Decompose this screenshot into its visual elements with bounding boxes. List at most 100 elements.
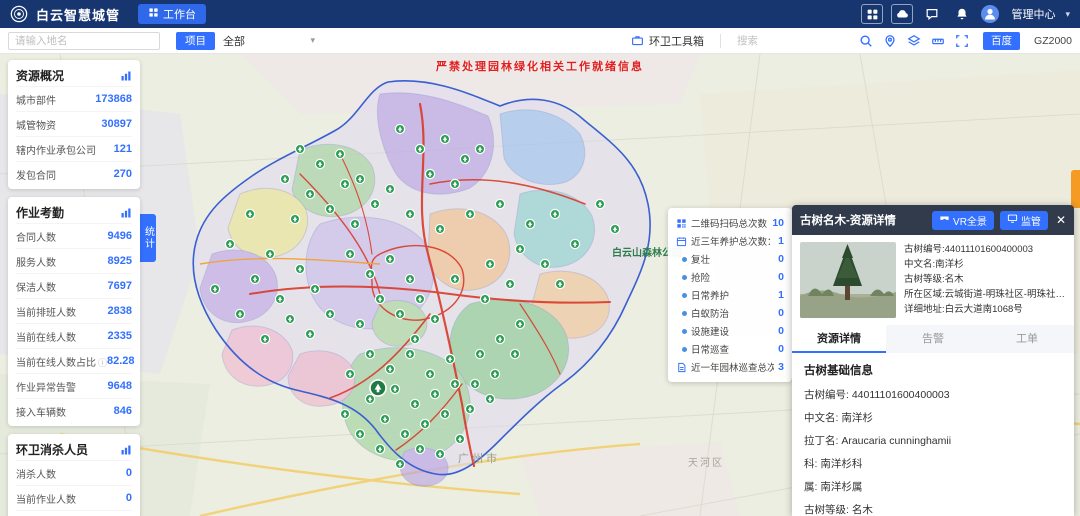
stat-value[interactable]: 9496 (108, 230, 132, 242)
stats-value[interactable]: 10 (772, 217, 784, 229)
tree-marker[interactable] (485, 259, 494, 268)
tree-marker[interactable] (235, 309, 244, 318)
tree-marker[interactable] (420, 419, 429, 428)
tree-marker[interactable] (355, 429, 364, 438)
tree-marker[interactable] (375, 444, 384, 453)
tree-marker[interactable] (555, 279, 564, 288)
search-icon[interactable] (859, 34, 873, 48)
tree-marker[interactable] (280, 174, 289, 183)
tree-marker[interactable] (365, 394, 374, 403)
tree-marker[interactable] (365, 269, 374, 278)
apps-icon[interactable] (861, 4, 883, 24)
fullscreen-icon[interactable] (955, 34, 969, 48)
layers-icon[interactable] (907, 34, 921, 48)
project-select[interactable]: 全部 ▾ (223, 32, 315, 50)
stat-value[interactable]: 8925 (108, 255, 132, 267)
tree-marker[interactable] (290, 214, 299, 223)
supervise-button[interactable]: 监管 (1000, 211, 1048, 230)
tree-marker[interactable] (550, 209, 559, 218)
tree-marker[interactable] (385, 364, 394, 373)
user-avatar[interactable] (981, 5, 999, 23)
tree-marker[interactable] (405, 209, 414, 218)
tree-marker[interactable] (425, 369, 434, 378)
keyword-search-input[interactable] (737, 35, 847, 47)
stat-value[interactable]: 7697 (108, 280, 132, 292)
tree-marker[interactable] (210, 284, 219, 293)
basemap-button[interactable]: 百度 (983, 32, 1020, 50)
tree-marker[interactable] (435, 224, 444, 233)
cloud-icon[interactable] (891, 4, 913, 24)
info-icon[interactable]: ⓘ (98, 358, 107, 368)
tree-marker[interactable] (515, 319, 524, 328)
tree-marker[interactable] (430, 389, 439, 398)
stats-value[interactable]: 0 (778, 253, 784, 265)
tree-marker[interactable] (595, 199, 604, 208)
tree-marker[interactable] (415, 144, 424, 153)
tree-marker[interactable] (425, 169, 434, 178)
tree-marker[interactable] (225, 239, 234, 248)
statistics-side-tab[interactable]: 统计 (140, 214, 156, 262)
measure-icon[interactable] (931, 34, 945, 48)
tree-marker[interactable] (455, 434, 464, 443)
tree-marker[interactable] (395, 309, 404, 318)
tree-marker[interactable] (275, 294, 284, 303)
tree-marker[interactable] (400, 429, 409, 438)
tree-marker[interactable] (460, 154, 469, 163)
tree-marker[interactable] (345, 249, 354, 258)
tree-marker[interactable] (265, 249, 274, 258)
tree-marker[interactable] (310, 284, 319, 293)
tree-marker[interactable] (495, 334, 504, 343)
stats-value[interactable]: 0 (778, 343, 784, 355)
tree-marker[interactable] (315, 159, 324, 168)
stats-value[interactable]: 0 (778, 307, 784, 319)
tree-marker[interactable] (380, 414, 389, 423)
stat-value[interactable]: 2838 (108, 305, 132, 317)
tree-marker[interactable] (340, 409, 349, 418)
tree-marker[interactable] (410, 334, 419, 343)
stat-value[interactable]: 0 (126, 467, 132, 479)
tree-marker[interactable] (485, 394, 494, 403)
tree-marker[interactable] (490, 369, 499, 378)
vr-panorama-button[interactable]: VR全景 (932, 211, 994, 230)
tree-marker[interactable] (475, 349, 484, 358)
tree-marker[interactable] (355, 174, 364, 183)
tree-marker[interactable] (415, 444, 424, 453)
tree-marker[interactable] (465, 209, 474, 218)
tree-marker[interactable] (305, 329, 314, 338)
tree-marker[interactable] (375, 294, 384, 303)
tree-marker[interactable] (465, 404, 474, 413)
bell-icon[interactable] (951, 4, 973, 24)
detail-tab-工单[interactable]: 工单 (980, 325, 1074, 353)
tree-marker[interactable] (365, 349, 374, 358)
tree-marker[interactable] (435, 449, 444, 458)
tree-marker[interactable] (285, 314, 294, 323)
pin-icon[interactable] (883, 34, 897, 48)
tree-marker[interactable] (350, 219, 359, 228)
tree-marker[interactable] (510, 349, 519, 358)
stat-value[interactable]: 0 (126, 492, 132, 504)
stat-value[interactable]: 121 (114, 143, 132, 155)
chart-icon[interactable] (120, 444, 132, 456)
stat-value[interactable]: 2335 (108, 330, 132, 342)
tree-marker[interactable] (245, 209, 254, 218)
stats-value[interactable]: 3 (778, 361, 784, 373)
tree-marker[interactable] (410, 399, 419, 408)
detail-tab-告警[interactable]: 告警 (886, 325, 980, 353)
stat-value[interactable]: 173868 (95, 93, 132, 105)
tree-marker[interactable] (440, 409, 449, 418)
tree-marker[interactable] (405, 274, 414, 283)
orange-side-tab[interactable] (1071, 170, 1080, 208)
tree-marker[interactable] (295, 264, 304, 273)
tree-marker[interactable] (355, 319, 364, 328)
message-icon[interactable] (921, 4, 943, 24)
tree-marker[interactable] (405, 349, 414, 358)
close-icon[interactable]: ✕ (1056, 213, 1066, 227)
stat-value[interactable]: 82.28 (107, 355, 135, 367)
workbench-button[interactable]: 工作台 (138, 4, 206, 24)
tree-marker[interactable] (340, 179, 349, 188)
tree-marker[interactable] (480, 294, 489, 303)
tree-marker[interactable] (305, 189, 314, 198)
project-chip[interactable]: 项目 (176, 32, 215, 50)
tree-marker[interactable] (430, 314, 439, 323)
stats-value[interactable]: 1 (778, 289, 784, 301)
